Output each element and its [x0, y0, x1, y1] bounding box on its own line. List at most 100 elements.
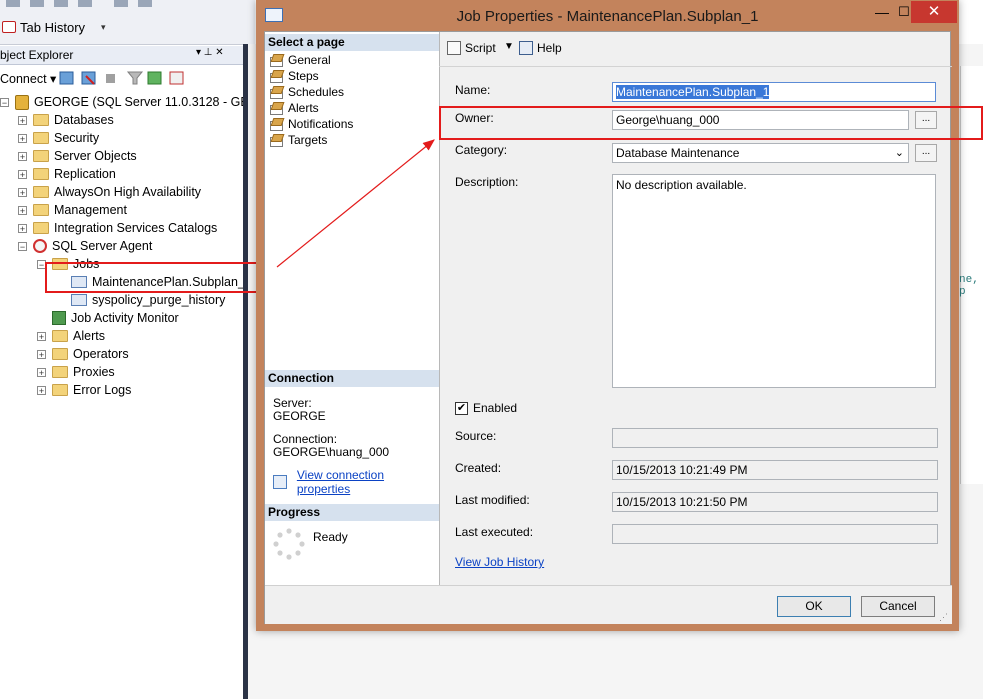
- dropdown-arrow-icon[interactable]: ▾: [101, 22, 106, 33]
- server-icon: [15, 94, 29, 110]
- help-icon: [519, 41, 533, 55]
- progress-status: Ready: [313, 530, 348, 544]
- explorer-toolbar-icons[interactable]: [58, 70, 190, 86]
- expand-icon[interactable]: +: [18, 223, 27, 233]
- expand-icon[interactable]: +: [18, 205, 27, 215]
- chevron-down-icon[interactable]: ⌄: [895, 144, 904, 162]
- tab-history-icon: [2, 21, 16, 33]
- expand-icon[interactable]: +: [18, 169, 27, 179]
- page-steps[interactable]: Steps: [269, 68, 319, 83]
- tree-node-label: SQL Server Agent: [52, 239, 153, 253]
- page-icon: [269, 70, 283, 83]
- tree-node-management[interactable]: + Management: [18, 201, 127, 219]
- script-button[interactable]: Script: [447, 41, 496, 55]
- folder-icon: [33, 114, 49, 126]
- tree-node-error-logs[interactable]: + Error Logs: [37, 381, 131, 399]
- page-notifications[interactable]: Notifications: [269, 116, 353, 131]
- expand-icon[interactable]: +: [18, 133, 27, 143]
- enabled-checkbox[interactable]: ✔ Enabled: [455, 401, 517, 415]
- page-icon: [269, 102, 283, 115]
- tree-node-proxies[interactable]: + Proxies: [37, 363, 115, 381]
- help-button[interactable]: Help: [519, 41, 562, 55]
- category-value: Database Maintenance: [616, 146, 740, 160]
- description-textarea[interactable]: No description available.: [612, 174, 936, 388]
- tree-node-label: Server Objects: [54, 149, 137, 163]
- page-alerts[interactable]: Alerts: [269, 100, 319, 115]
- tree-node-job-activity-monitor[interactable]: Job Activity Monitor: [52, 309, 179, 327]
- folder-icon: [33, 222, 49, 234]
- page-icon: [269, 86, 283, 99]
- progress-header: Progress: [265, 504, 439, 521]
- resize-grip-icon[interactable]: ⋰: [939, 612, 948, 623]
- ok-button[interactable]: OK: [777, 596, 851, 617]
- collapse-icon[interactable]: −: [0, 97, 9, 107]
- pin-icon[interactable]: ▾ ⊥ ✕: [196, 47, 224, 58]
- collapse-icon[interactable]: −: [18, 241, 27, 251]
- folder-icon: [33, 150, 49, 162]
- tree-node-operators[interactable]: + Operators: [37, 345, 129, 363]
- tree-node-label: Databases: [54, 113, 114, 127]
- page-targets[interactable]: Targets: [269, 132, 327, 147]
- created-label: Created:: [455, 461, 502, 475]
- folder-icon: [52, 330, 68, 342]
- page-schedules[interactable]: Schedules: [269, 84, 344, 99]
- connection-value: GEORGE\huang_000: [273, 445, 390, 459]
- folder-icon: [52, 366, 68, 378]
- tree-node-alerts[interactable]: + Alerts: [37, 327, 105, 345]
- source-label: Source:: [455, 429, 497, 443]
- name-input[interactable]: MaintenancePlan.Subplan_1: [612, 82, 936, 102]
- close-button[interactable]: ✕: [911, 1, 957, 23]
- tree-node-alwayson[interactable]: + AlwaysOn High Availability: [18, 183, 201, 201]
- properties-icon: [273, 475, 287, 489]
- expand-icon[interactable]: +: [18, 151, 27, 161]
- checkbox-checked-icon[interactable]: ✔: [455, 401, 468, 415]
- description-label: Description:: [455, 175, 519, 189]
- page-general[interactable]: General: [269, 52, 331, 67]
- cancel-button[interactable]: Cancel: [861, 596, 935, 617]
- tree-node-label: Proxies: [73, 365, 115, 379]
- expand-icon[interactable]: +: [37, 367, 46, 377]
- expand-icon[interactable]: +: [37, 385, 46, 395]
- monitor-icon: [52, 311, 66, 325]
- tree-node-label: Security: [54, 131, 100, 145]
- tree-node-label: Integration Services Catalogs: [54, 221, 218, 235]
- folder-icon: [33, 168, 49, 180]
- view-job-history-link[interactable]: View Job History: [455, 555, 544, 569]
- page-label: Targets: [288, 132, 328, 147]
- tree-node-databases[interactable]: + Databases: [18, 111, 114, 129]
- select-page-header: Select a page: [265, 34, 439, 51]
- name-value: MaintenancePlan.Subplan_1: [616, 85, 770, 99]
- tree-node-replication[interactable]: + Replication: [18, 165, 116, 183]
- tree-node-label: Management: [54, 203, 127, 217]
- script-dropdown-icon[interactable]: ▼: [504, 41, 514, 52]
- view-connection-properties-link[interactable]: View connection properties: [273, 468, 439, 496]
- category-browse-button[interactable]: ...: [915, 144, 937, 162]
- expand-icon[interactable]: +: [18, 187, 27, 197]
- expand-icon[interactable]: +: [37, 349, 46, 359]
- tab-history-label: Tab History: [20, 19, 86, 35]
- tab-history-button[interactable]: Tab History ▾: [0, 16, 106, 38]
- tree-node-label: syspolicy_purge_history: [92, 293, 226, 307]
- annotation-box-owner: [439, 106, 983, 140]
- page-label: Schedules: [288, 84, 345, 99]
- tree-node-label: Error Logs: [73, 383, 132, 397]
- tree-node-server[interactable]: − GEORGE (SQL Server 11.0.3128 - GEORG: [0, 93, 277, 111]
- category-select[interactable]: Database Maintenance ⌄: [612, 143, 909, 163]
- created-field: 10/15/2013 10:21:49 PM: [612, 460, 938, 480]
- last-modified-label: Last modified:: [455, 493, 530, 507]
- page-icon: [269, 118, 283, 131]
- page-label: Notifications: [288, 116, 354, 131]
- tree-node-label: AlwaysOn High Availability: [54, 185, 202, 199]
- tree-node-syspolicy-job[interactable]: syspolicy_purge_history: [71, 291, 225, 309]
- connect-button[interactable]: Connect ▾: [0, 71, 56, 86]
- tree-node-sql-server-agent[interactable]: − SQL Server Agent: [18, 237, 152, 255]
- tree-node-integration-services[interactable]: + Integration Services Catalogs: [18, 219, 217, 237]
- expand-icon[interactable]: +: [18, 115, 27, 125]
- tree-node-server-objects[interactable]: + Server Objects: [18, 147, 137, 165]
- page-label: Steps: [288, 68, 319, 83]
- folder-icon: [52, 348, 68, 360]
- expand-icon[interactable]: +: [37, 331, 46, 341]
- tree-node-security[interactable]: + Security: [18, 129, 99, 147]
- page-label: Alerts: [288, 100, 319, 115]
- job-icon: [71, 294, 87, 306]
